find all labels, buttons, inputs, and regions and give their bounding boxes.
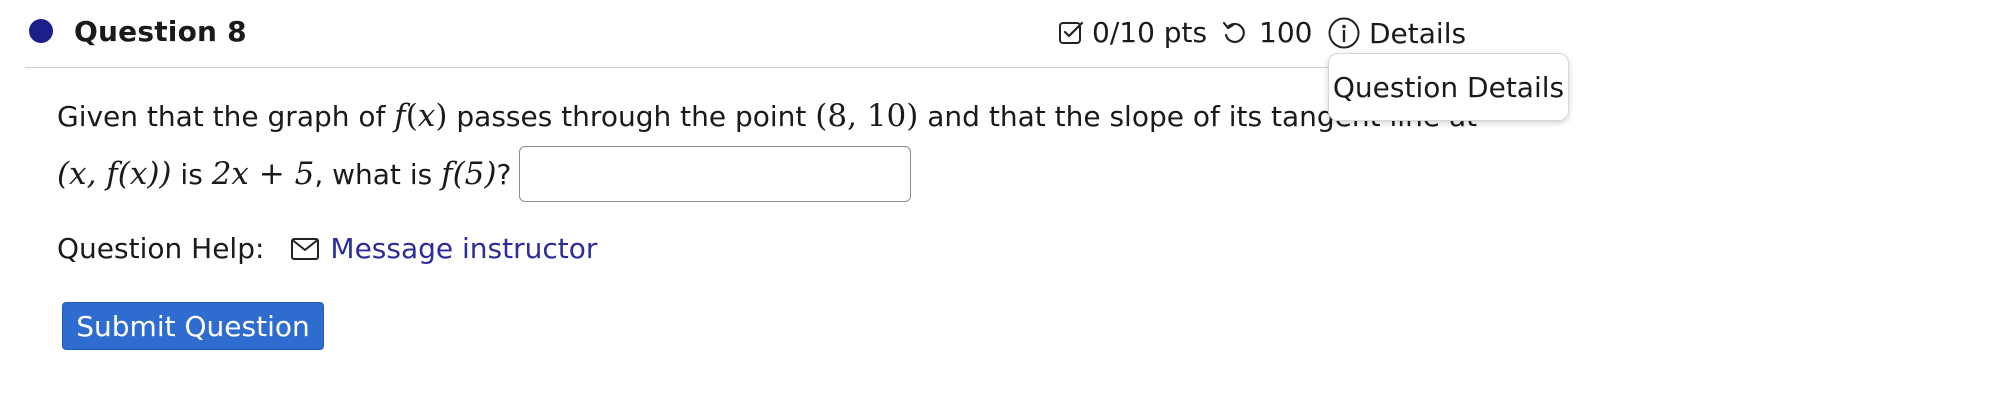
- checkbox-icon: [1059, 21, 1084, 44]
- tries-indicator: 100: [1221, 16, 1312, 49]
- points-text: 0/10 pts: [1092, 16, 1208, 49]
- points-indicator: 0/10 pts: [1058, 16, 1207, 49]
- details-label: Details: [1369, 16, 1467, 50]
- submit-question-button[interactable]: Submit Question: [62, 302, 324, 350]
- tangent-point-expression: (x, f(x)): [57, 156, 172, 192]
- retry-icon: [1222, 21, 1245, 43]
- question-help: Question Help: Message instructor: [57, 232, 597, 265]
- target-expression: f(5): [441, 156, 497, 192]
- slope-expression: 2x + 5: [211, 156, 315, 192]
- message-instructor-link[interactable]: Message instructor: [330, 232, 597, 265]
- details-tooltip: Question Details: [1328, 53, 1569, 121]
- point-expression: (8, 10): [815, 98, 919, 134]
- question-help-label: Question Help:: [57, 232, 265, 265]
- question-title: Question 8: [74, 15, 247, 48]
- mail-icon: [291, 237, 320, 260]
- question-text-line1: Given that the graph of f(x) passes thro…: [57, 98, 1478, 134]
- question-header: Question 8 0/10 pts 100 Details: [0, 0, 1992, 68]
- question-text-line2: (x, f(x)) is 2x + 5 , what is f(5) ?: [57, 146, 912, 202]
- tries-text: 100: [1259, 16, 1313, 49]
- answer-input[interactable]: [519, 146, 912, 202]
- status-dot: [29, 19, 53, 43]
- info-icon: [1328, 17, 1360, 49]
- header-divider: [25, 67, 1375, 68]
- details-button[interactable]: Details: [1327, 16, 1466, 50]
